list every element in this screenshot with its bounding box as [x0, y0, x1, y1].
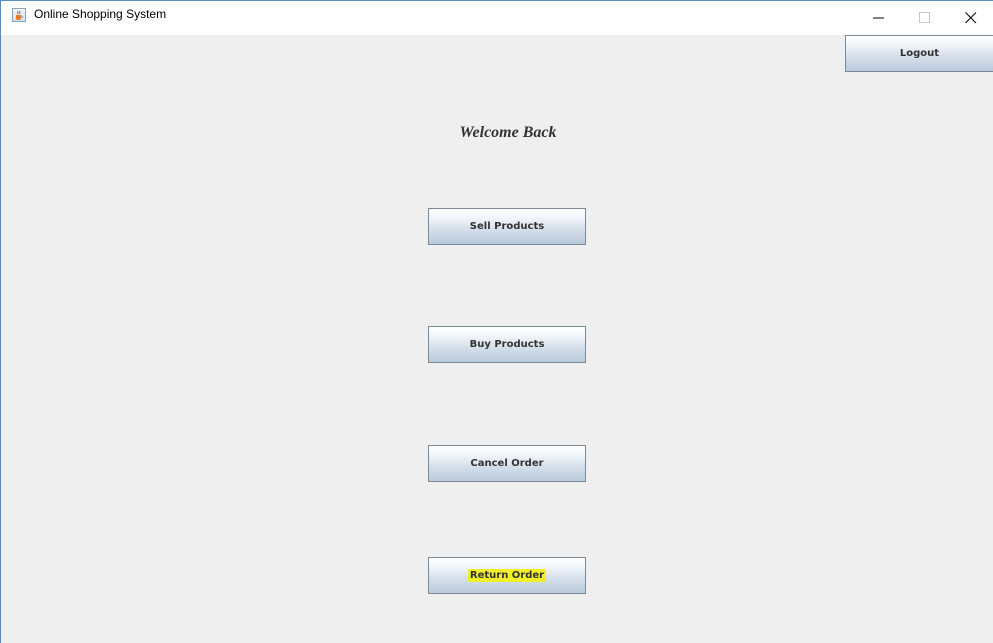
buy-products-button[interactable]: Buy Products	[428, 326, 586, 363]
sell-products-button[interactable]: Sell Products	[428, 208, 586, 245]
welcome-heading: Welcome Back	[459, 124, 557, 141]
window-title: Online Shopping System	[34, 7, 167, 21]
close-icon[interactable]	[948, 1, 993, 35]
cancel-order-button[interactable]: Cancel Order	[428, 445, 586, 482]
logout-button[interactable]: Logout	[845, 35, 993, 72]
java-cup-icon	[12, 8, 26, 22]
logout-button-label: Logout	[899, 48, 940, 59]
buy-products-label: Buy Products	[469, 339, 545, 350]
return-order-label: Return Order	[467, 569, 547, 582]
minimize-icon[interactable]	[856, 1, 902, 35]
app-window: Online Shopping System Logout Welcome Ba…	[0, 0, 993, 643]
maximize-icon[interactable]	[902, 1, 948, 35]
cancel-order-label: Cancel Order	[470, 458, 544, 469]
return-order-button[interactable]: Return Order	[428, 557, 586, 594]
main-panel: Logout Welcome Back Sell Products Buy Pr…	[1, 35, 993, 643]
sell-products-label: Sell Products	[469, 221, 545, 232]
title-bar[interactable]: Online Shopping System	[1, 0, 993, 35]
